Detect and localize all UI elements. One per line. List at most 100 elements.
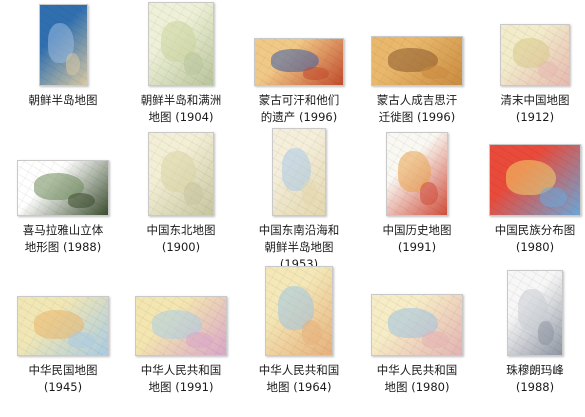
file-name-line: (1980) [515,240,555,254]
file-name-line: 中华民国地图 [28,363,98,377]
thumbnail-area [244,0,354,86]
map-region-shape [186,332,213,348]
map-region-shape [422,331,449,348]
file-item[interactable]: 清末中国地图 (1912) [480,0,585,126]
file-item[interactable]: 中国东南沿海和 朝鲜半岛地图 (1953) [244,128,354,273]
map-region-shape [184,182,203,205]
thumbnail-area [480,0,585,86]
file-item[interactable]: 中国东北地图 (1900) [126,130,236,256]
map-region-shape [538,61,558,78]
file-name-line: 中国东南沿海和 [258,223,340,237]
map-thumbnail-icon [371,36,463,86]
map-thumbnail-icon [371,294,463,356]
file-item[interactable]: 珠穆朗玛峰 (1988) [480,270,585,396]
file-name-line: (1912) [515,110,555,124]
map-region-shape [68,193,95,208]
file-item[interactable]: 中国历史地图 (1991) [362,130,472,256]
file-name-line: 朝鲜半岛和满洲 [140,93,222,107]
map-thumbnail-icon [507,270,563,356]
file-item[interactable]: 中华人民共和国 地图 (1991) [126,270,236,396]
file-name-line: 中华人民共和国 [140,363,222,377]
file-name-line: 珠穆朗玛峰 [506,363,564,377]
thumbnail-area [244,128,354,216]
file-name-line: 清末中国地图 [500,93,570,107]
file-name-line: 的遗产 (1996) [260,110,338,124]
thumbnail-area [126,270,236,356]
thumbnail-area [480,270,585,356]
map-thumbnail-icon [17,160,109,216]
file-name-line: 朝鲜半岛地图 [28,93,98,107]
map-thumbnail-icon [135,296,227,356]
map-thumbnail-icon [265,266,333,356]
map-thumbnail-icon [254,38,344,86]
map-region-shape [302,181,318,205]
file-name-label: 中国东北地图 (1900) [116,222,246,256]
map-thumbnail-icon [386,132,448,216]
file-name-line: (1900) [161,240,201,254]
map-region-shape [540,187,567,207]
map-region-shape [302,320,322,345]
map-region-shape [422,66,449,79]
thumbnail-area [362,270,472,356]
file-name-label: 喜马拉雅山立体 地形图 (1988) [0,222,128,256]
map-region-shape [65,53,80,75]
file-item[interactable]: 中华人民共和国 地图 (1980) [362,270,472,396]
file-name-line: 中国民族分布图 [494,223,576,237]
thumbnail-area [8,270,118,356]
file-name-label: 蒙古可汗和他们 的遗产 (1996) [234,92,364,126]
file-name-line: 中国东北地图 [146,223,216,237]
file-name-line: 喜马拉雅山立体 [22,223,104,237]
map-thumbnail-icon [38,4,88,86]
file-name-label: 蒙古人成吉思汗 迁徙图 (1996) [352,92,482,126]
thumbnail-area [8,130,118,216]
file-item[interactable]: 蒙古可汗和他们 的遗产 (1996) [244,0,354,126]
file-name-label: 中国民族分布图 (1980) [470,222,585,256]
file-name-line: 迁徙图 (1996) [378,110,456,124]
file-name-line: 地图 (1904) [148,110,214,124]
file-name-label: 朝鲜半岛地图 [0,92,128,109]
file-name-line: (1991) [397,240,437,254]
file-name-line: (1945) [43,380,83,394]
file-grid: 朝鲜半岛地图 朝鲜半岛和满洲 地图 (1904) 蒙古可汗和他们 的遗产 (1996) 蒙… [0,0,585,417]
file-name-line: 中华人民共和国 [376,363,458,377]
map-region-shape [184,52,203,75]
file-name-label: 中华民国地图 (1945) [0,362,128,396]
file-name-line: (1988) [515,380,555,394]
file-item[interactable]: 朝鲜半岛和满洲 地图 (1904) [126,0,236,126]
file-name-label: 中国历史地图 (1991) [352,222,482,256]
file-item[interactable]: 喜马拉雅山立体 地形图 (1988) [8,130,118,256]
file-name-line: 朝鲜半岛地图 [264,240,334,254]
thumbnail-area [126,130,236,216]
file-name-label: 中华人民共和国 地图 (1991) [116,362,246,396]
file-item[interactable]: 蒙古人成吉思汗 迁徙图 (1996) [362,0,472,126]
file-item[interactable]: 朝鲜半岛地图 [8,0,118,109]
map-thumbnail-icon [272,128,326,216]
thumbnail-area [126,0,236,86]
thumbnail-area [480,130,585,216]
file-item[interactable]: 中国民族分布图 (1980) [480,130,585,256]
thumbnail-area [8,0,118,86]
map-region-shape [420,182,438,205]
file-name-line: 地形图 (1988) [24,240,102,254]
map-region-shape [538,321,554,345]
file-name-line: 中华人民共和国 [258,363,340,377]
file-item[interactable]: 中华人民共和国 地图 (1964) [244,266,354,396]
file-name-label: 清末中国地图 (1912) [470,92,585,126]
file-name-line: 地图 (1964) [266,380,332,394]
file-name-label: 朝鲜半岛和满洲 地图 (1904) [116,92,246,126]
file-name-line: 地图 (1980) [384,380,450,394]
file-name-label: 中华人民共和国 地图 (1964) [234,362,364,396]
thumbnail-area [362,0,472,86]
file-item[interactable]: 中华民国地图 (1945) [8,270,118,396]
map-thumbnail-icon [148,132,214,216]
thumbnail-area [244,266,354,356]
file-name-line: 地图 (1991) [148,380,214,394]
thumbnail-area [362,130,472,216]
map-thumbnail-icon [148,2,214,86]
map-thumbnail-icon [489,144,581,216]
file-name-label: 珠穆朗玛峰 (1988) [470,362,585,396]
map-thumbnail-icon [500,24,570,86]
map-region-shape [303,67,329,80]
file-name-line: 蒙古可汗和他们 [258,93,340,107]
file-name-label: 中华人民共和国 地图 (1980) [352,362,482,396]
